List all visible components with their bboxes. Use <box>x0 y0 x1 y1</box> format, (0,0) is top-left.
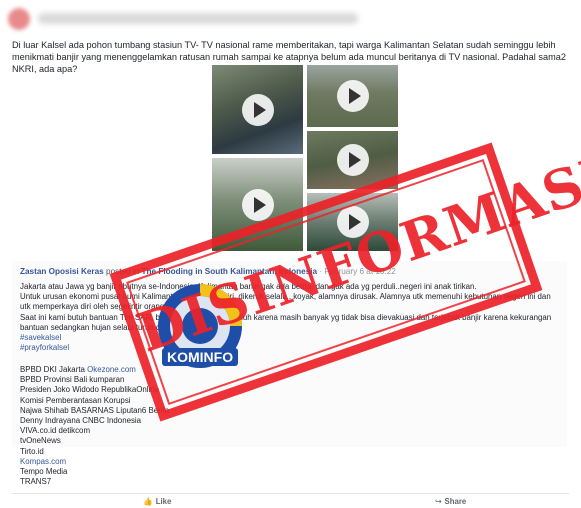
body-line: Saat ini kami butuh bantuan Tim SAR, ban… <box>20 312 552 332</box>
post-time[interactable]: February 6 at 10:22 <box>324 267 395 276</box>
blurred-name <box>38 13 358 24</box>
list-item: Tempo Media <box>20 467 68 477</box>
hashtag-savekalsel[interactable]: #savekalsel <box>20 333 560 343</box>
shared-post-header: Zastan Oposisi Keras posted in The Flood… <box>20 267 396 276</box>
video-grid <box>212 65 398 251</box>
shared-post-body: Jakarta atau Jawa yg banjir ributnya se-… <box>20 282 560 353</box>
play-icon[interactable] <box>241 188 274 221</box>
shared-post: Zastan Oposisi Keras posted in The Flood… <box>12 261 567 486</box>
body-line: Jakarta atau Jawa yg banjir ributnya se-… <box>20 282 477 291</box>
list-item: TRANS7 <box>20 477 52 487</box>
list-item: tvOneNews <box>20 436 61 446</box>
hashtag-prayforkalsel[interactable]: #prayforkalsel <box>20 343 560 353</box>
blurred-avatar <box>8 8 30 30</box>
list-item: VIVA.co.id detikcom <box>20 426 91 436</box>
list-item: Denny Indrayana CNBC Indonesia <box>20 416 142 426</box>
action-bar: 👍 Like ↪ Share <box>0 497 581 508</box>
tagged-media-list: BPBD DKI Jakarta Okezone.com BPBD Provin… <box>20 365 169 487</box>
footer-divider <box>12 493 569 494</box>
list-item: Presiden Joko Widodo RepublikaOnline <box>20 385 160 395</box>
list-item: Komisi Pemberantasan Korupsi <box>20 395 131 405</box>
author-name[interactable]: Zastan Oposisi Keras <box>20 267 104 276</box>
list-item: BPBD Provinsi Bali kumparan <box>20 375 125 385</box>
play-icon[interactable] <box>336 206 369 238</box>
author-action: posted in <box>106 267 140 276</box>
video-thumbnail-5[interactable] <box>307 193 398 251</box>
video-thumbnail-1[interactable] <box>212 65 303 154</box>
blurred-profile-header <box>8 8 368 30</box>
play-icon[interactable] <box>336 80 369 112</box>
play-icon[interactable] <box>336 144 369 176</box>
video-thumbnail-3[interactable] <box>212 158 303 251</box>
share-button[interactable]: ↪ Share <box>435 497 466 506</box>
play-icon[interactable] <box>241 93 274 126</box>
group-name[interactable]: The Flooding in South Kalimantan, Indone… <box>142 267 318 276</box>
list-item: Kompas.com <box>20 456 67 466</box>
list-item: BPBD DKI Jakarta Okezone.com <box>20 365 136 374</box>
list-item: Tirto.id <box>20 446 44 456</box>
facebook-post-card: Di luar Kalsel ada pohon tumbang stasiun… <box>0 0 581 508</box>
list-item: Najwa Shihab BASARNAS Liputan6 Berita <box>20 405 170 415</box>
video-thumbnail-2[interactable] <box>307 65 398 127</box>
thumbs-up-icon: 👍 <box>143 497 153 506</box>
share-arrow-icon: ↪ <box>435 497 442 506</box>
like-button[interactable]: 👍 Like <box>143 497 171 506</box>
body-line: Untuk urusan ekonomi pusat bumi Kalimant… <box>20 292 551 312</box>
video-thumbnail-4[interactable] <box>307 131 398 189</box>
